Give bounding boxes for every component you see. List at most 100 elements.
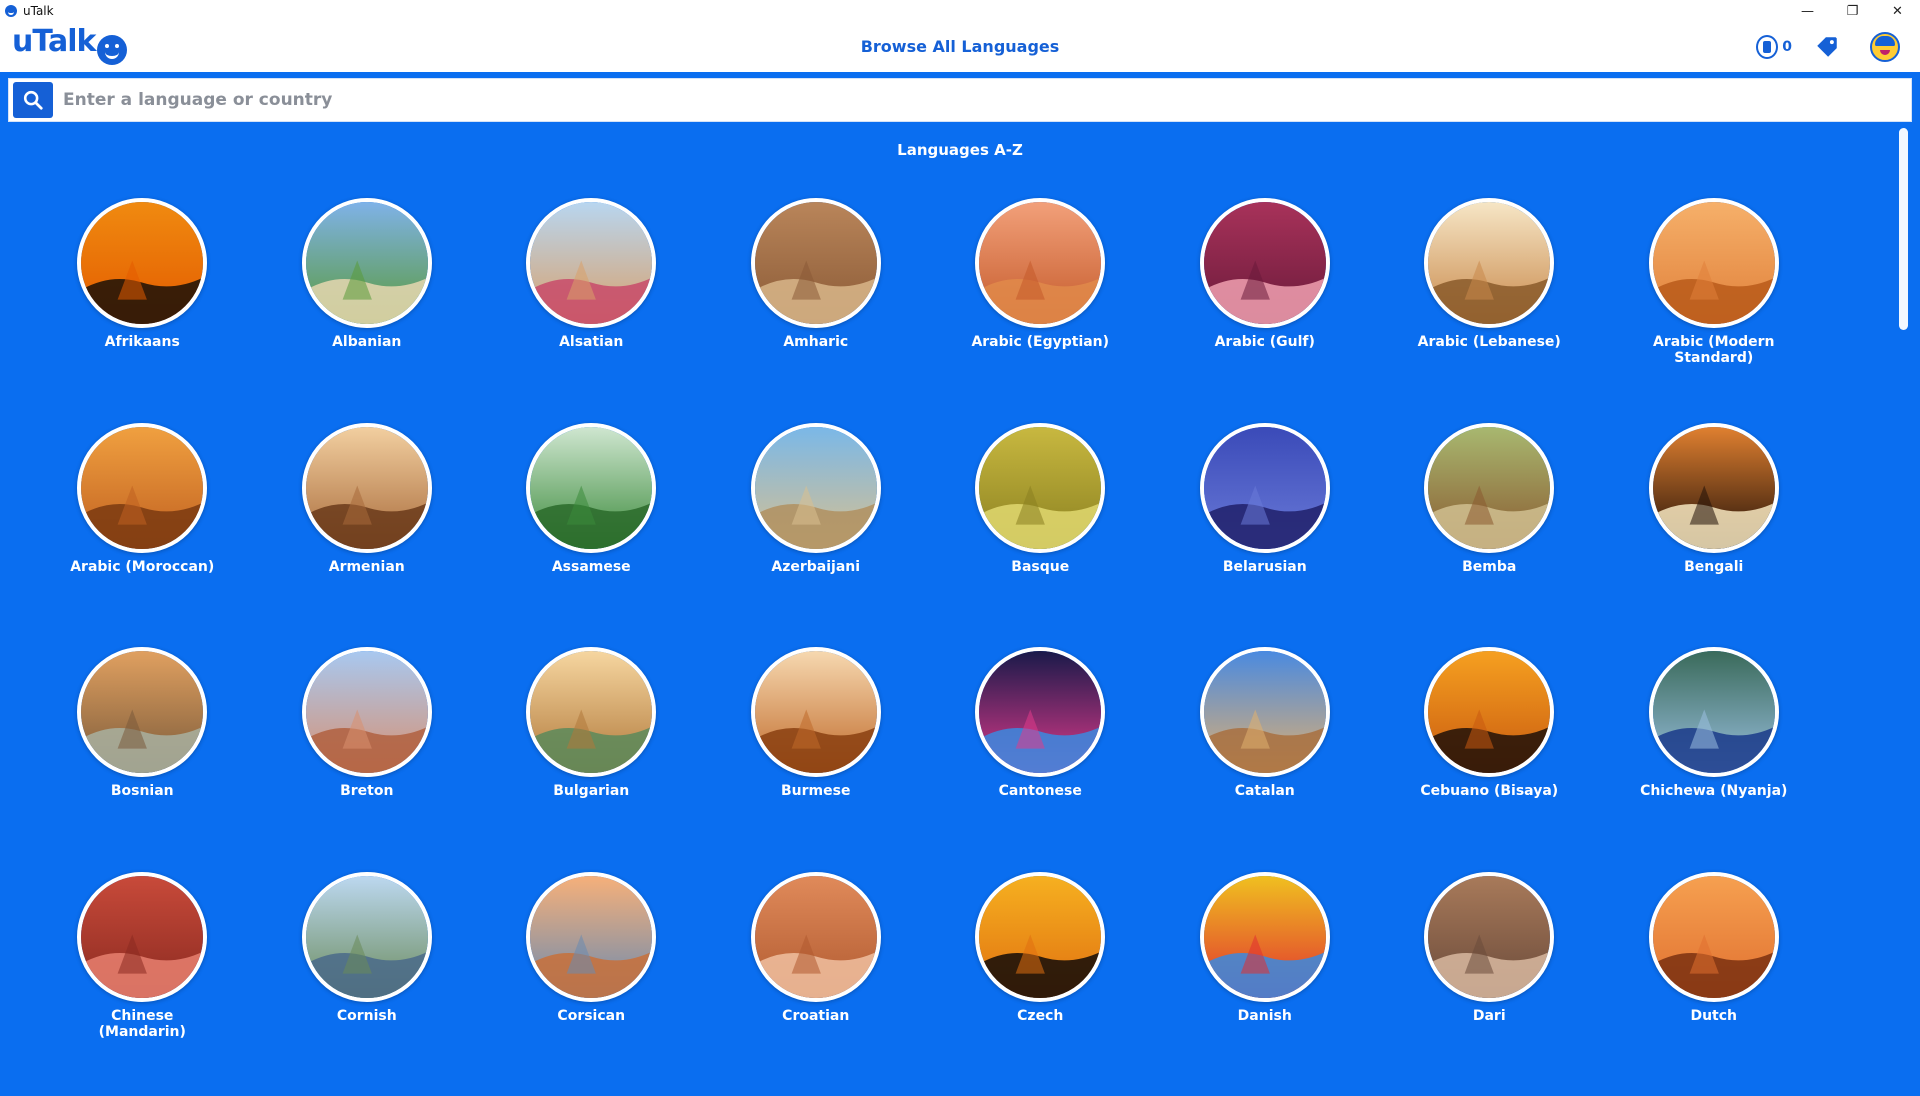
language-tile[interactable]: Danish	[1153, 872, 1378, 1096]
search-input[interactable]	[61, 84, 1911, 116]
language-tile[interactable]: Cornish	[255, 872, 480, 1096]
language-name: Alsatian	[559, 334, 623, 350]
language-tile[interactable]: Cebuano (Bisaya)	[1377, 647, 1602, 872]
language-name: Czech	[1017, 1008, 1063, 1024]
language-name: Corsican	[557, 1008, 625, 1024]
language-image	[1200, 872, 1330, 1002]
language-image	[302, 872, 432, 1002]
language-image	[77, 423, 207, 553]
search-bar	[8, 78, 1912, 122]
app-icon	[5, 5, 17, 17]
language-tile[interactable]: Arabic (Gulf)	[1153, 198, 1378, 423]
language-name: Cebuano (Bisaya)	[1420, 783, 1558, 799]
language-image	[302, 423, 432, 553]
language-name: Croatian	[782, 1008, 849, 1024]
language-tile[interactable]: Arabic (Moroccan)	[30, 423, 255, 648]
language-name: Armenian	[329, 559, 405, 575]
language-tile[interactable]: Armenian	[255, 423, 480, 648]
language-tile[interactable]: Arabic (Lebanese)	[1377, 198, 1602, 423]
language-name: Catalan	[1235, 783, 1295, 799]
language-name: Amharic	[783, 334, 848, 350]
language-image	[975, 872, 1105, 1002]
language-tile[interactable]: Albanian	[255, 198, 480, 423]
language-image	[1200, 198, 1330, 328]
language-image	[1649, 423, 1779, 553]
language-name: Arabic (Lebanese)	[1418, 334, 1561, 350]
language-tile[interactable]: Chichewa (Nyanja)	[1602, 647, 1827, 872]
language-tile[interactable]: Azerbaijani	[704, 423, 929, 648]
language-name: Breton	[340, 783, 393, 799]
language-tile[interactable]: Basque	[928, 423, 1153, 648]
language-name: Danish	[1238, 1008, 1292, 1024]
language-name: Cornish	[337, 1008, 397, 1024]
language-image	[302, 647, 432, 777]
section-title: Languages A-Z	[0, 141, 1920, 159]
language-image	[77, 647, 207, 777]
language-name: Belarusian	[1223, 559, 1307, 575]
language-image	[526, 872, 656, 1002]
language-tile[interactable]: Breton	[255, 647, 480, 872]
language-name: Dutch	[1690, 1008, 1737, 1024]
language-image	[975, 423, 1105, 553]
language-tile[interactable]: Burmese	[704, 647, 929, 872]
language-image	[1424, 198, 1554, 328]
language-tile[interactable]: Afrikaans	[30, 198, 255, 423]
language-tile[interactable]: Cantonese	[928, 647, 1153, 872]
language-name: Albanian	[332, 334, 401, 350]
language-tile[interactable]: Chinese (Mandarin)	[30, 872, 255, 1096]
language-name: Dari	[1473, 1008, 1506, 1024]
language-name: Afrikaans	[105, 334, 180, 350]
language-name: Arabic (Moroccan)	[70, 559, 214, 575]
language-image	[526, 198, 656, 328]
minimize-button[interactable]: —	[1785, 0, 1830, 22]
app-header: uTalk Browse All Languages 0	[0, 22, 1920, 72]
language-tile[interactable]: Bosnian	[30, 647, 255, 872]
language-tile[interactable]: Arabic (Modern Standard)	[1602, 198, 1827, 423]
language-name: Burmese	[781, 783, 850, 799]
language-image	[975, 647, 1105, 777]
coins-button[interactable]: 0	[1756, 35, 1792, 59]
profile-avatar[interactable]	[1870, 32, 1900, 62]
language-tile[interactable]: Corsican	[479, 872, 704, 1096]
language-image	[1200, 423, 1330, 553]
coin-count: 0	[1782, 39, 1792, 55]
language-name: Bemba	[1462, 559, 1516, 575]
language-tile[interactable]: Bulgarian	[479, 647, 704, 872]
language-name: Bosnian	[111, 783, 174, 799]
language-tile[interactable]: Bengali	[1602, 423, 1827, 648]
language-image	[1649, 872, 1779, 1002]
language-tile[interactable]: Alsatian	[479, 198, 704, 423]
page-title: Browse All Languages	[0, 37, 1920, 56]
language-image	[77, 198, 207, 328]
language-image	[751, 872, 881, 1002]
language-tile[interactable]: Arabic (Egyptian)	[928, 198, 1153, 423]
scroll-thumb[interactable]	[1899, 128, 1908, 330]
language-name: Arabic (Egyptian)	[971, 334, 1109, 350]
search-icon	[22, 89, 44, 111]
language-tile[interactable]: Croatian	[704, 872, 929, 1096]
language-tile[interactable]: Czech	[928, 872, 1153, 1096]
language-image	[77, 872, 207, 1002]
language-tile[interactable]: Dari	[1377, 872, 1602, 1096]
language-image	[302, 198, 432, 328]
language-tile[interactable]: Assamese	[479, 423, 704, 648]
search-button[interactable]	[13, 82, 53, 118]
language-name: Assamese	[552, 559, 631, 575]
language-tile[interactable]: Catalan	[1153, 647, 1378, 872]
language-tile[interactable]: Bemba	[1377, 423, 1602, 648]
close-button[interactable]: ✕	[1875, 0, 1920, 22]
title-bar: uTalk — ❐ ✕	[0, 0, 1920, 22]
scrollbar[interactable]	[1896, 126, 1910, 1039]
language-image	[1200, 647, 1330, 777]
language-tile[interactable]: Dutch	[1602, 872, 1827, 1096]
maximize-button[interactable]: ❐	[1830, 0, 1875, 22]
language-name: Azerbaijani	[771, 559, 860, 575]
language-image	[751, 198, 881, 328]
language-image	[526, 647, 656, 777]
language-name: Chichewa (Nyanja)	[1640, 783, 1787, 799]
language-image	[1649, 647, 1779, 777]
language-tile[interactable]: Amharic	[704, 198, 929, 423]
language-tile[interactable]: Belarusian	[1153, 423, 1378, 648]
language-name: Bulgarian	[553, 783, 629, 799]
tag-icon[interactable]	[1814, 34, 1840, 60]
